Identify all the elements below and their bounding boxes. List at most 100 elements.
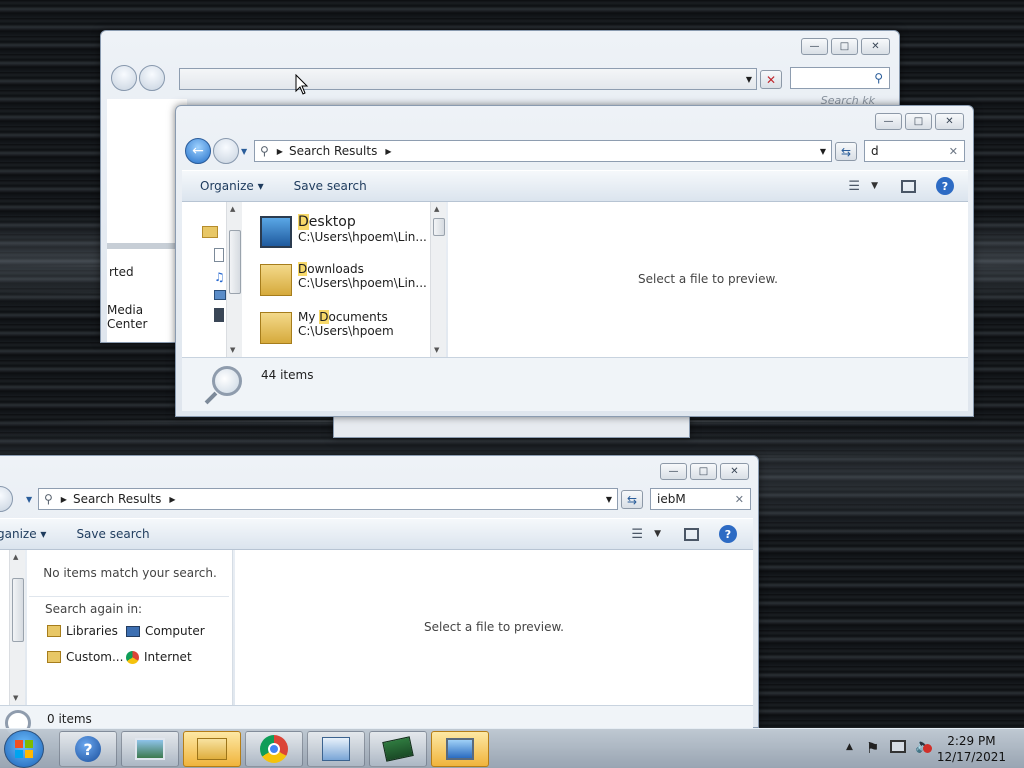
address-bar[interactable]: ⚲ ▶ Search Results ▶ ▼: [38, 488, 618, 510]
scrollbar-thumb[interactable]: [12, 578, 24, 642]
taskbar-network-card[interactable]: [369, 731, 427, 767]
maximize-button[interactable]: □: [905, 113, 932, 130]
help-icon: ?: [75, 736, 101, 762]
save-search-button[interactable]: Save search: [294, 179, 367, 193]
maximize-button[interactable]: □: [690, 463, 717, 480]
results-scrollbar[interactable]: ▲ ▼: [430, 202, 446, 357]
list-item[interactable]: Downloads C:\Users\hpoem\Lin...: [242, 258, 430, 304]
forward-button[interactable]: [213, 138, 239, 164]
minimize-button[interactable]: —: [660, 463, 687, 480]
forward-button[interactable]: [0, 486, 13, 512]
folder-icon: [47, 651, 61, 663]
search-results-window-2[interactable]: — □ ✕ ▼ ⚲ ▶ Search Results ▶ ▼ ⇆ iebM ✕ …: [0, 455, 759, 736]
scrollbar-thumb[interactable]: [433, 218, 445, 236]
network-icon[interactable]: [890, 740, 906, 753]
minimize-button[interactable]: —: [875, 113, 902, 130]
search-again-internet[interactable]: Internet: [126, 650, 192, 664]
list-item[interactable]: Desktop C:\Users\hpoem\Lin...: [242, 210, 430, 256]
close-button[interactable]: ✕: [720, 463, 749, 480]
sidebar-item-label[interactable]: rted: [109, 265, 134, 279]
search-again-computer[interactable]: Computer: [126, 624, 205, 638]
window-controls: — □ ✕: [660, 463, 749, 480]
maximize-button[interactable]: □: [831, 38, 858, 55]
taskbar-chrome[interactable]: [245, 731, 303, 767]
help-icon[interactable]: ?: [936, 177, 954, 195]
view-dropdown-icon[interactable]: ▼: [871, 181, 878, 191]
window-controls: — □ ✕: [801, 38, 890, 55]
scrollbar-thumb[interactable]: [229, 230, 241, 294]
recent-pages-icon[interactable]: ▼: [26, 495, 32, 504]
stop-button[interactable]: ✕: [760, 70, 782, 89]
preview-message: Select a file to preview.: [424, 620, 564, 634]
desktop-icon: [260, 216, 292, 248]
search-input[interactable]: iebM ✕: [650, 488, 751, 510]
item-count: 0 items: [47, 712, 92, 726]
taskbar-photo-viewer[interactable]: [121, 731, 179, 767]
forward-button[interactable]: [139, 65, 165, 91]
folder-icon: [202, 226, 218, 238]
organize-button[interactable]: Organize ▾: [200, 179, 264, 193]
details-pane: 44 items: [182, 357, 968, 411]
taskbar-control-panel[interactable]: [307, 731, 365, 767]
start-button[interactable]: [4, 730, 44, 768]
item-path: C:\Users\hpoem\Lin...: [298, 230, 427, 244]
volume-muted-icon[interactable]: 🔈: [915, 738, 932, 754]
taskbar-file-explorer[interactable]: [183, 731, 241, 767]
address-bar[interactable]: ▼: [179, 68, 757, 90]
clear-search-icon[interactable]: ✕: [949, 145, 958, 158]
preview-pane-icon[interactable]: [684, 527, 699, 541]
search-again-custom[interactable]: Custom...: [47, 650, 123, 664]
dropdown-arrow-icon[interactable]: ▼: [820, 147, 826, 156]
command-bar: Organize ▾ Save search ☰ ▼ ?: [182, 170, 968, 202]
search-input[interactable]: ⚲: [790, 67, 890, 89]
item-path: C:\Users\hpoem: [298, 324, 394, 338]
dropdown-arrow-icon[interactable]: ▼: [746, 75, 752, 84]
pictures-icon: [214, 290, 226, 300]
search-icon: ⚲: [44, 492, 53, 506]
view-dropdown-icon[interactable]: ▼: [654, 529, 661, 539]
view-options-icon[interactable]: ☰: [631, 527, 643, 542]
breadcrumb[interactable]: Search Results: [289, 144, 377, 158]
nav-pane-scrollbar[interactable]: ▲ ▼: [226, 202, 242, 357]
taskbar-remote-desktop[interactable]: [431, 731, 489, 767]
breadcrumb-arrow-icon[interactable]: ▶: [277, 147, 283, 156]
breadcrumb[interactable]: Search Results: [73, 492, 161, 506]
organize-button[interactable]: ganize ▾: [0, 527, 46, 541]
system-clock[interactable]: 2:29 PM 12/17/2021: [937, 733, 1006, 765]
back-button[interactable]: [111, 65, 137, 91]
search-again-label: Search again in:: [45, 602, 143, 616]
videos-icon: [214, 308, 224, 322]
minimize-button[interactable]: —: [801, 38, 828, 55]
preview-pane-icon[interactable]: [901, 179, 916, 193]
close-button[interactable]: ✕: [935, 113, 964, 130]
search-input[interactable]: d ✕: [864, 140, 965, 162]
document-icon: [214, 248, 224, 262]
breadcrumb-arrow-icon[interactable]: ▶: [61, 495, 67, 504]
action-center-flag-icon[interactable]: ⚑: [866, 739, 879, 757]
search-results-window[interactable]: — □ ✕ ← ▼ ⚲ ▶ Search Results ▶ ▼ ⇆ d ✕ O…: [175, 105, 974, 417]
windows-logo-icon: [15, 740, 33, 758]
photo-viewer-icon: [135, 738, 165, 760]
address-bar[interactable]: ⚲ ▶ Search Results ▶ ▼: [254, 140, 832, 162]
help-icon[interactable]: ?: [719, 525, 737, 543]
breadcrumb-arrow-icon[interactable]: ▶: [169, 495, 175, 504]
dropdown-arrow-icon[interactable]: ▼: [606, 495, 612, 504]
search-again-libraries[interactable]: Libraries: [47, 624, 118, 638]
search-magnifier-icon: [212, 366, 242, 396]
nav-pane-scrollbar[interactable]: ▲ ▼: [9, 550, 25, 705]
recent-pages-icon[interactable]: ▼: [241, 147, 247, 156]
save-search-button[interactable]: Save search: [76, 527, 149, 541]
mouse-cursor-icon: [295, 74, 309, 95]
close-button[interactable]: ✕: [861, 38, 890, 55]
refresh-button[interactable]: ⇆: [621, 490, 643, 509]
back-button[interactable]: ←: [185, 138, 211, 164]
taskbar-help[interactable]: ?: [59, 731, 117, 767]
list-item[interactable]: My Documents C:\Users\hpoem: [242, 306, 430, 352]
view-options-icon[interactable]: ☰: [848, 179, 860, 194]
show-hidden-icons-icon[interactable]: ▲: [846, 742, 853, 752]
clock-time: 2:29 PM: [947, 734, 996, 748]
libraries-icon: [47, 625, 61, 637]
clear-search-icon[interactable]: ✕: [735, 493, 744, 506]
refresh-button[interactable]: ⇆: [835, 142, 857, 161]
breadcrumb-arrow-icon[interactable]: ▶: [385, 147, 391, 156]
